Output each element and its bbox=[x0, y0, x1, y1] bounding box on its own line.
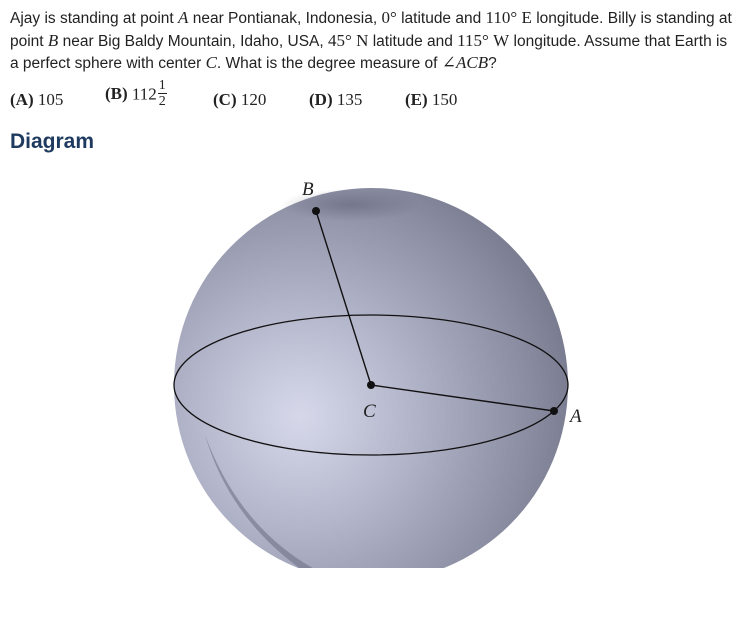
center-c-symbol: C bbox=[205, 53, 217, 72]
longitude-b: 115° bbox=[457, 30, 489, 50]
fraction-numerator: 1 bbox=[157, 78, 167, 94]
label-b: B bbox=[302, 179, 314, 200]
point-b bbox=[312, 207, 320, 215]
angle-acb: ∠ACB bbox=[441, 53, 489, 72]
sphere-diagram: B C A bbox=[173, 179, 582, 568]
top-shadow bbox=[280, 189, 420, 221]
choice-c-value: 120 bbox=[240, 90, 267, 109]
choice-e-letter: (E) bbox=[405, 90, 428, 109]
fraction-denominator: 2 bbox=[158, 94, 166, 109]
choice-d-letter: (D) bbox=[309, 90, 333, 109]
choice-e-value: 150 bbox=[431, 90, 458, 109]
label-c: C bbox=[363, 401, 376, 422]
problem-text-3: latitude and bbox=[396, 10, 486, 27]
choice-c: (C) 120 bbox=[213, 90, 266, 110]
problem-text-2: near Pontianak, Indonesia, bbox=[188, 10, 382, 27]
problem-text-6: latitude and bbox=[368, 32, 458, 50]
label-a: A bbox=[568, 406, 582, 427]
choice-b: (B) 112 1 2 bbox=[105, 78, 167, 111]
problem-statement: Ajay is standing at point A near Pontian… bbox=[10, 7, 735, 75]
choice-d: (D) 135 bbox=[309, 90, 362, 110]
longitude-a: 110° bbox=[485, 8, 518, 27]
point-b-symbol: B bbox=[47, 30, 59, 50]
choice-c-letter: (C) bbox=[213, 90, 237, 109]
direction-w: W bbox=[493, 30, 510, 50]
choice-b-value: 112 bbox=[131, 84, 157, 104]
choice-d-value: 135 bbox=[336, 90, 363, 109]
sphere bbox=[174, 188, 568, 568]
problem-text-8: . What is the degree measure of bbox=[216, 55, 442, 72]
problem-text-9: ? bbox=[488, 55, 497, 72]
choice-a: (A) 105 bbox=[10, 90, 63, 110]
direction-e: E bbox=[521, 8, 532, 27]
point-a bbox=[550, 407, 558, 415]
choice-e: (E) 150 bbox=[405, 90, 457, 110]
answer-choices: (A) 105 (B) 112 1 2 (C) 120 (D) 135 (E) 15… bbox=[10, 78, 735, 120]
latitude-b: 45° bbox=[328, 30, 352, 50]
choice-a-letter: (A) bbox=[10, 90, 34, 109]
latitude-a: 0° bbox=[381, 8, 397, 27]
direction-n: N bbox=[356, 30, 369, 50]
problem-text-1: Ajay is standing at point bbox=[10, 10, 179, 27]
choice-b-fraction: 12 bbox=[157, 78, 167, 109]
choice-a-value: 105 bbox=[37, 90, 64, 109]
diagram-heading: Diagram bbox=[10, 130, 95, 153]
choice-b-letter: (B) bbox=[105, 84, 128, 104]
problem-text-5: near Big Baldy Mountain, Idaho, USA, bbox=[58, 32, 328, 50]
point-c bbox=[367, 381, 375, 389]
point-a-symbol: A bbox=[178, 8, 189, 27]
